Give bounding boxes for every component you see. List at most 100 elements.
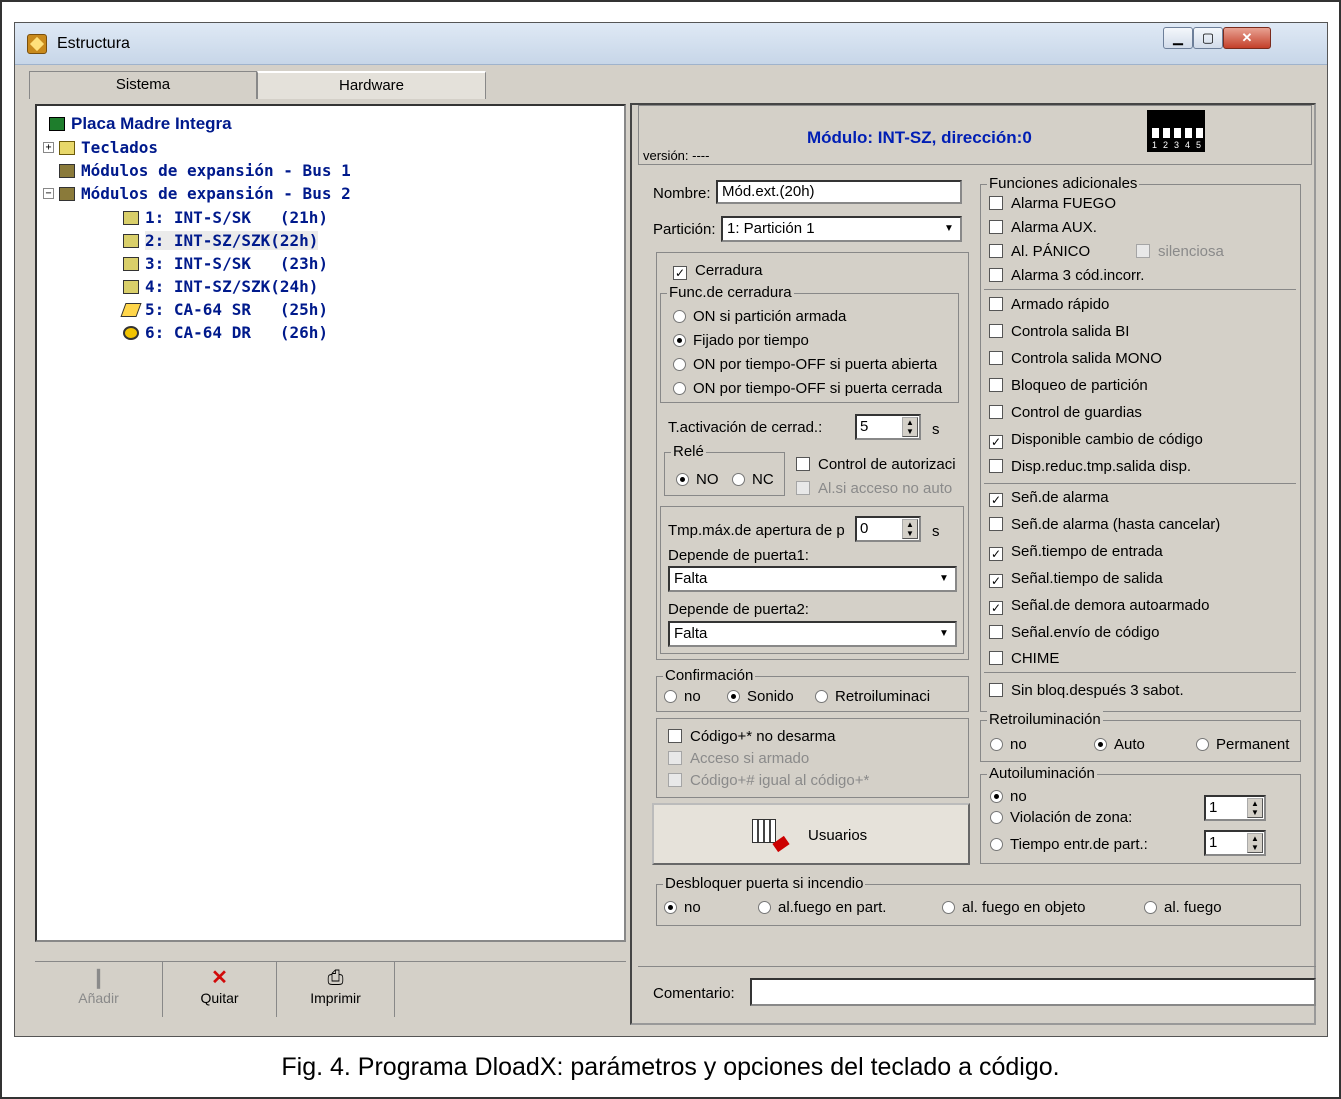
al-si-acceso-checkbox[interactable]: Al.si acceso no auto bbox=[796, 480, 952, 497]
al-panico-checkbox[interactable]: Al. PÁNICO bbox=[989, 243, 1090, 260]
dip-number: 3 bbox=[1174, 140, 1180, 150]
module-icon bbox=[123, 280, 139, 294]
func-option[interactable]: ON por tiempo-OFF si puerta abierta bbox=[673, 356, 937, 373]
expand-icon[interactable]: + bbox=[43, 142, 54, 153]
function-checkbox[interactable]: ✓ Señ.tiempo de entrada bbox=[989, 543, 1163, 561]
tree-item-teclados[interactable]: Teclados bbox=[59, 138, 158, 157]
particion-select[interactable]: 1: Partición 1 ▼ bbox=[721, 216, 962, 242]
acceso-si-armado-checkbox[interactable]: Acceso si armado bbox=[668, 750, 809, 767]
t-activacion-unit: s bbox=[932, 421, 940, 438]
codigo-no-desarma-checkbox[interactable]: Código+* no desarma bbox=[668, 728, 836, 745]
tree-module[interactable]: 1: INT-S/SK (21h) bbox=[123, 208, 328, 227]
nombre-field[interactable]: Mód.ext.(20h) bbox=[716, 180, 962, 204]
tree-module[interactable]: 5: CA-64 SR (25h) bbox=[120, 300, 328, 319]
silenciosa-checkbox[interactable]: silenciosa bbox=[1136, 243, 1224, 260]
function-checkbox[interactable]: Controla salida MONO bbox=[989, 350, 1162, 367]
chevron-down-icon: ▼ bbox=[939, 573, 949, 584]
rele-nc-radio[interactable]: NC bbox=[732, 471, 774, 488]
checkbox-icon: ✓ bbox=[989, 493, 1003, 507]
func-option[interactable]: Fijado por tiempo bbox=[673, 332, 809, 349]
function-checkbox[interactable]: Señ.de alarma (hasta cancelar) bbox=[989, 516, 1220, 533]
function-checkbox[interactable]: Armado rápido bbox=[989, 296, 1109, 313]
usuarios-button[interactable]: Usuarios bbox=[652, 803, 970, 865]
cerradura-checkbox[interactable]: ✓ Cerradura bbox=[673, 262, 763, 280]
tmp-max-label: Tmp.máx.de apertura de p bbox=[668, 522, 845, 539]
desbloq-label: al. fuego en objeto bbox=[962, 899, 1086, 916]
radio-icon bbox=[990, 790, 1003, 803]
alarma-3-checkbox[interactable]: Alarma 3 cód.incorr. bbox=[989, 267, 1144, 284]
tree-root[interactable]: Placa Madre Integra bbox=[49, 114, 232, 134]
auto-violacion-radio[interactable]: Violación de zona: bbox=[990, 809, 1132, 826]
function-checkbox[interactable]: Señal.envío de código bbox=[989, 624, 1159, 641]
function-checkbox[interactable]: ✓ Señal.de demora autoarmado bbox=[989, 597, 1209, 615]
alarma-aux-checkbox[interactable]: Alarma AUX. bbox=[989, 219, 1097, 236]
tab-sistema[interactable]: Sistema bbox=[29, 71, 257, 99]
function-checkbox[interactable]: Bloqueo de partición bbox=[989, 377, 1148, 394]
function-checkbox-label: Controla salida BI bbox=[1011, 323, 1130, 340]
auto-tiempo-radio[interactable]: Tiempo entr.de part.: bbox=[990, 836, 1148, 853]
confirmacion-option[interactable]: no bbox=[664, 688, 701, 705]
dip-number: 1 bbox=[1152, 140, 1158, 150]
depende1-label: Depende de puerta1: bbox=[668, 547, 809, 564]
close-button[interactable]: ✕ bbox=[1223, 27, 1271, 49]
sin-bloq-checkbox[interactable]: Sin bloq.después 3 sabot. bbox=[989, 682, 1184, 699]
violacion-spin[interactable]: 1 ▲ ▼ bbox=[1204, 795, 1266, 821]
tab-bar: Sistema Hardware bbox=[29, 71, 486, 99]
control-autorizacion-checkbox[interactable]: Control de autorizaci bbox=[796, 456, 956, 473]
retro-option[interactable]: Permanent bbox=[1196, 736, 1289, 753]
print-button[interactable]: ⎙ Imprimir bbox=[277, 962, 395, 1017]
checkbox-icon bbox=[668, 729, 682, 743]
checkbox-icon bbox=[989, 405, 1003, 419]
depende2-select[interactable]: Falta ▼ bbox=[668, 621, 957, 647]
func-option-label: ON si partición armada bbox=[693, 308, 847, 325]
sin-bloq-label: Sin bloq.después 3 sabot. bbox=[1011, 682, 1184, 699]
function-checkbox[interactable]: Disp.reduc.tmp.salida disp. bbox=[989, 458, 1191, 475]
rele-no-radio[interactable]: NO bbox=[676, 471, 719, 488]
add-button[interactable]: ❙ Añadir bbox=[35, 962, 163, 1017]
t-activacion-spin[interactable]: 5 ▲ ▼ bbox=[855, 414, 921, 440]
tree-module[interactable]: 2: INT-SZ/SZK(22h) bbox=[123, 231, 319, 250]
comentario-field[interactable] bbox=[750, 978, 1316, 1006]
separator bbox=[984, 483, 1296, 484]
checkbox-icon bbox=[1136, 244, 1150, 258]
function-checkbox-label: Control de guardias bbox=[1011, 404, 1142, 421]
tree-item-bus1[interactable]: Módulos de expansión - Bus 1 bbox=[59, 161, 351, 180]
checkbox-icon bbox=[989, 324, 1003, 338]
retro-option[interactable]: no bbox=[990, 736, 1027, 753]
tab-hardware[interactable]: Hardware bbox=[257, 71, 486, 99]
minimize-button[interactable]: ▁ bbox=[1163, 27, 1193, 49]
depende1-select[interactable]: Falta ▼ bbox=[668, 566, 957, 592]
tiempo-spin[interactable]: 1 ▲ ▼ bbox=[1204, 830, 1266, 856]
desbloq-option[interactable]: al.fuego en part. bbox=[758, 899, 886, 916]
function-checkbox[interactable]: Controla salida BI bbox=[989, 323, 1129, 340]
auto-no-radio[interactable]: no bbox=[990, 788, 1027, 805]
alarma-fuego-checkbox[interactable]: Alarma FUEGO bbox=[989, 195, 1116, 212]
func-option[interactable]: ON si partición armada bbox=[673, 308, 846, 325]
function-checkbox-label: Disponible cambio de código bbox=[1011, 431, 1203, 448]
func-option[interactable]: ON por tiempo-OFF si puerta cerrada bbox=[673, 380, 942, 397]
acceso-si-armado-label: Acceso si armado bbox=[690, 750, 810, 767]
function-checkbox[interactable]: Control de guardias bbox=[989, 404, 1142, 421]
desbloq-option[interactable]: al. fuego en objeto bbox=[942, 899, 1085, 916]
tree-module[interactable]: 3: INT-S/SK (23h) bbox=[123, 254, 328, 273]
desbloq-option[interactable]: no bbox=[664, 899, 701, 916]
tree-module[interactable]: 6: CA-64 DR (26h) bbox=[123, 323, 328, 342]
tree-item-bus2[interactable]: Módulos de expansión - Bus 2 bbox=[59, 184, 351, 203]
desbloq-label: al. fuego bbox=[1164, 899, 1222, 916]
function-checkbox[interactable]: CHIME bbox=[989, 650, 1059, 667]
retro-option[interactable]: Auto bbox=[1094, 736, 1145, 753]
function-checkbox[interactable]: ✓ Señ.de alarma bbox=[989, 489, 1109, 507]
codigo-igual-checkbox[interactable]: Código+# igual al código+* bbox=[668, 772, 869, 789]
maximize-button[interactable]: ▢ bbox=[1193, 27, 1223, 49]
function-checkbox[interactable]: ✓ Disponible cambio de código bbox=[989, 431, 1203, 449]
desbloq-label: al.fuego en part. bbox=[778, 899, 887, 916]
remove-button[interactable]: ✕ Quitar bbox=[163, 962, 277, 1017]
tree-module[interactable]: 4: INT-SZ/SZK(24h) bbox=[123, 277, 318, 296]
confirmacion-option[interactable]: Retroiluminaci bbox=[815, 688, 930, 705]
desbloq-option[interactable]: al. fuego bbox=[1144, 899, 1222, 916]
tmp-max-spin[interactable]: 0 ▲ ▼ bbox=[855, 516, 921, 542]
confirmacion-option[interactable]: Sonido bbox=[727, 688, 794, 705]
checkbox-icon bbox=[668, 773, 682, 787]
function-checkbox[interactable]: ✓ Señal.tiempo de salida bbox=[989, 570, 1163, 588]
collapse-icon[interactable]: − bbox=[43, 188, 54, 199]
